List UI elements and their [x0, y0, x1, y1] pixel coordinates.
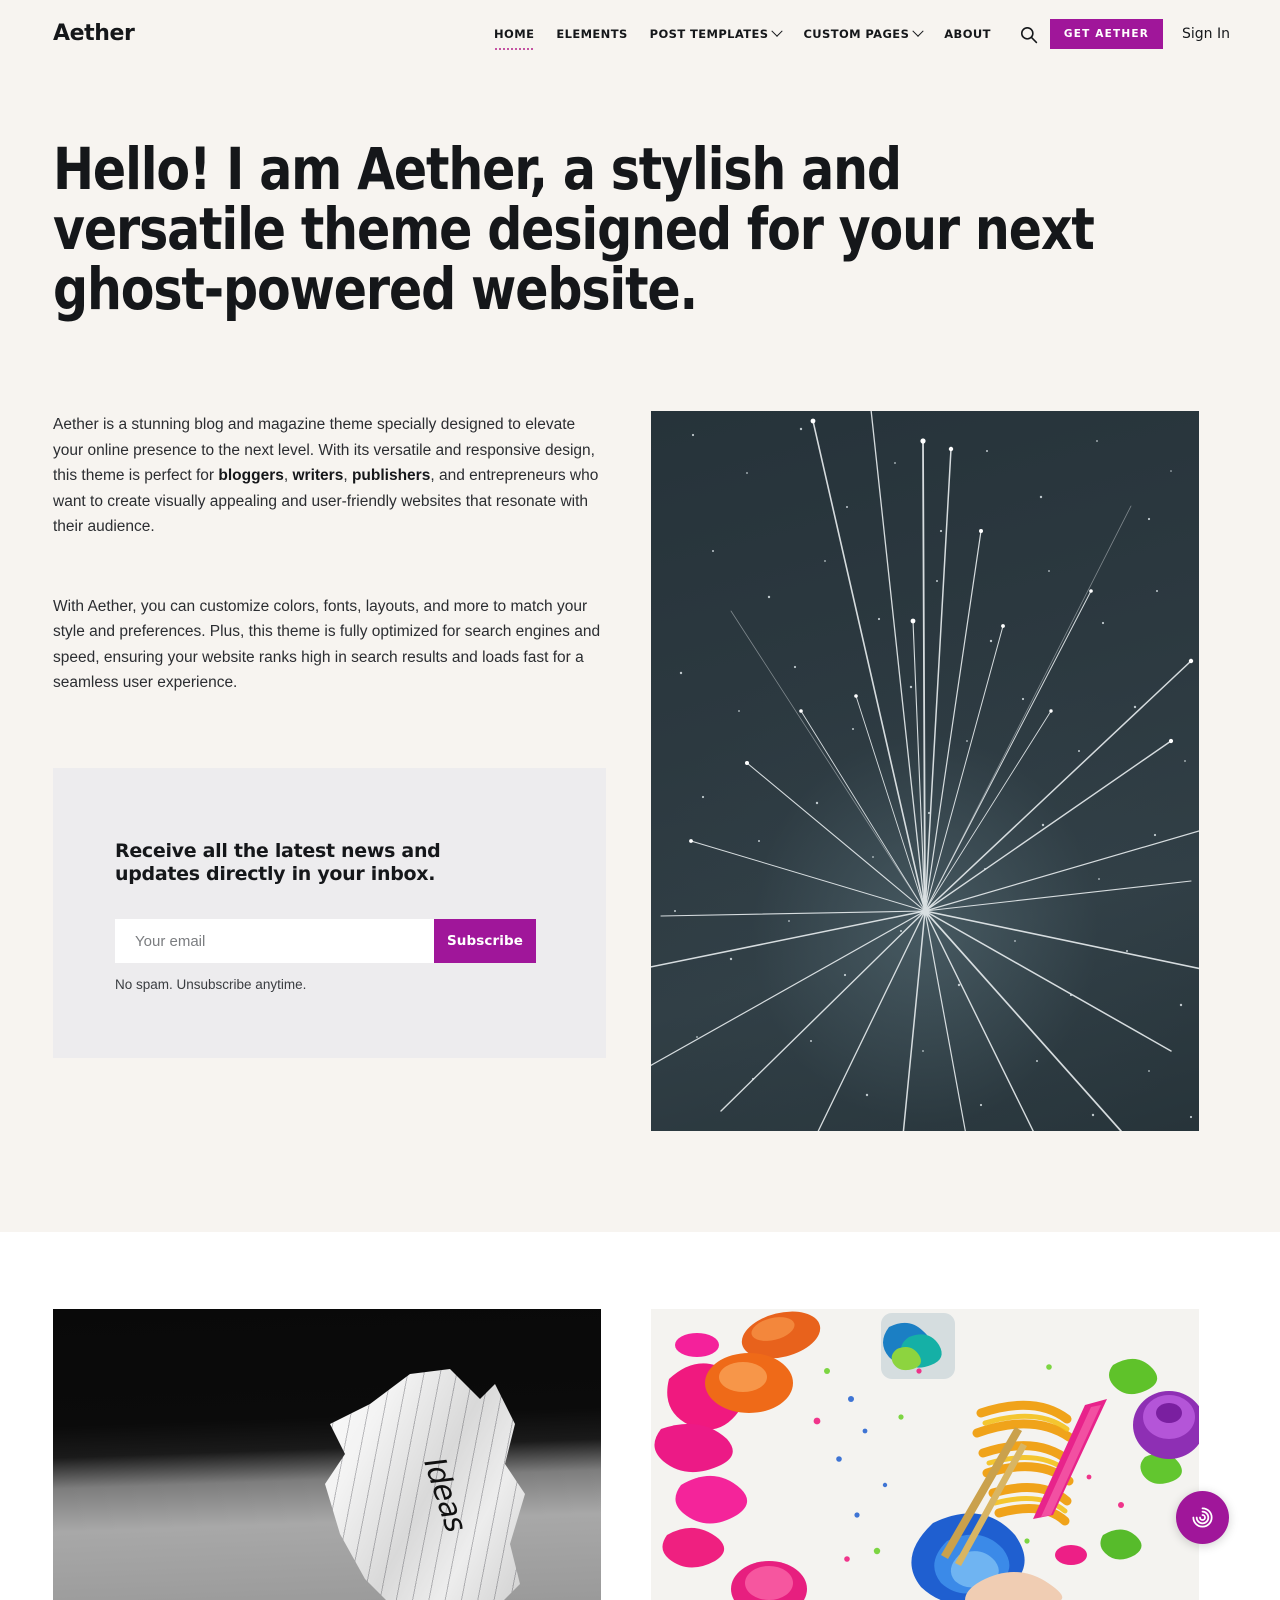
header-right-group: HOME ELEMENTS POST TEMPLATES CUSTOM PAGE…	[483, 0, 1280, 68]
nav-item-label: ELEMENTS	[556, 27, 628, 41]
hero-paragraph-1: Aether is a stunning blog and magazine t…	[53, 412, 605, 540]
paint-photo-background	[651, 1309, 1199, 1600]
hero-sep-2: ,	[343, 467, 352, 484]
site-logo[interactable]: Aether	[53, 21, 135, 46]
sign-in-link[interactable]: Sign In	[1182, 26, 1230, 42]
nav-item-post-templates[interactable]: POST TEMPLATES	[639, 25, 793, 41]
featured-card-image-1[interactable]: Ideas	[53, 1309, 601, 1600]
nav-item-elements[interactable]: ELEMENTS	[545, 27, 638, 41]
newsletter-title: Receive all the latest news and updates …	[115, 840, 441, 885]
chevron-down-icon	[912, 25, 924, 37]
hero-highlight-writers: writers	[292, 467, 344, 484]
hero-image	[651, 411, 1199, 1131]
hero-highlight-publishers: publishers	[351, 467, 431, 484]
get-aether-button[interactable]: GET AETHER	[1049, 19, 1163, 49]
nav-item-about[interactable]: ABOUT	[933, 27, 1002, 41]
email-input[interactable]	[115, 919, 434, 963]
featured-card-image-2[interactable]	[651, 1309, 1199, 1600]
featured-cards-section: Ideas	[0, 1232, 1280, 1600]
nav-item-label: POST TEMPLATES	[649, 27, 769, 41]
paint-splatter-art	[651, 1309, 1199, 1600]
nav-item-label: ABOUT	[944, 27, 991, 41]
search-icon	[1021, 26, 1038, 43]
hero-paragraph-2: With Aether, you can customize colors, f…	[53, 597, 601, 692]
main-navigation: HOME ELEMENTS POST TEMPLATES CUSTOM PAGE…	[483, 25, 1002, 50]
subscribe-button[interactable]: Subscribe	[434, 919, 536, 963]
paper-photo-background	[53, 1309, 601, 1600]
hero-section: Aether HOME ELEMENTS POST TEMPLATES CUST…	[0, 0, 1280, 1232]
newsletter-form: Subscribe	[115, 919, 536, 963]
newsletter-note: No spam. Unsubscribe anytime.	[115, 977, 307, 992]
nav-item-label: CUSTOM PAGES	[803, 27, 910, 41]
hero-image-specks	[674, 427, 1193, 1119]
nav-item-home[interactable]: HOME	[483, 27, 545, 50]
search-button[interactable]	[1014, 19, 1044, 49]
nav-item-label: HOME	[494, 27, 535, 41]
site-header: Aether HOME ELEMENTS POST TEMPLATES CUST…	[0, 0, 1280, 68]
portal-launcher-button[interactable]	[1176, 1491, 1229, 1544]
page-title: Hello! I am Aether, a stylish and versat…	[53, 135, 1095, 323]
hero-highlight-bloggers: bloggers	[218, 467, 284, 484]
nav-item-custom-pages[interactable]: CUSTOM PAGES	[792, 25, 933, 41]
newsletter-signup-box: Receive all the latest news and updates …	[53, 768, 606, 1058]
chevron-down-icon	[771, 25, 784, 37]
portal-spiral-icon	[1192, 1507, 1213, 1528]
hero-text-column: Aether is a stunning blog and magazine t…	[53, 412, 605, 696]
nav-menu: HOME ELEMENTS POST TEMPLATES CUSTOM PAGE…	[483, 25, 1002, 50]
